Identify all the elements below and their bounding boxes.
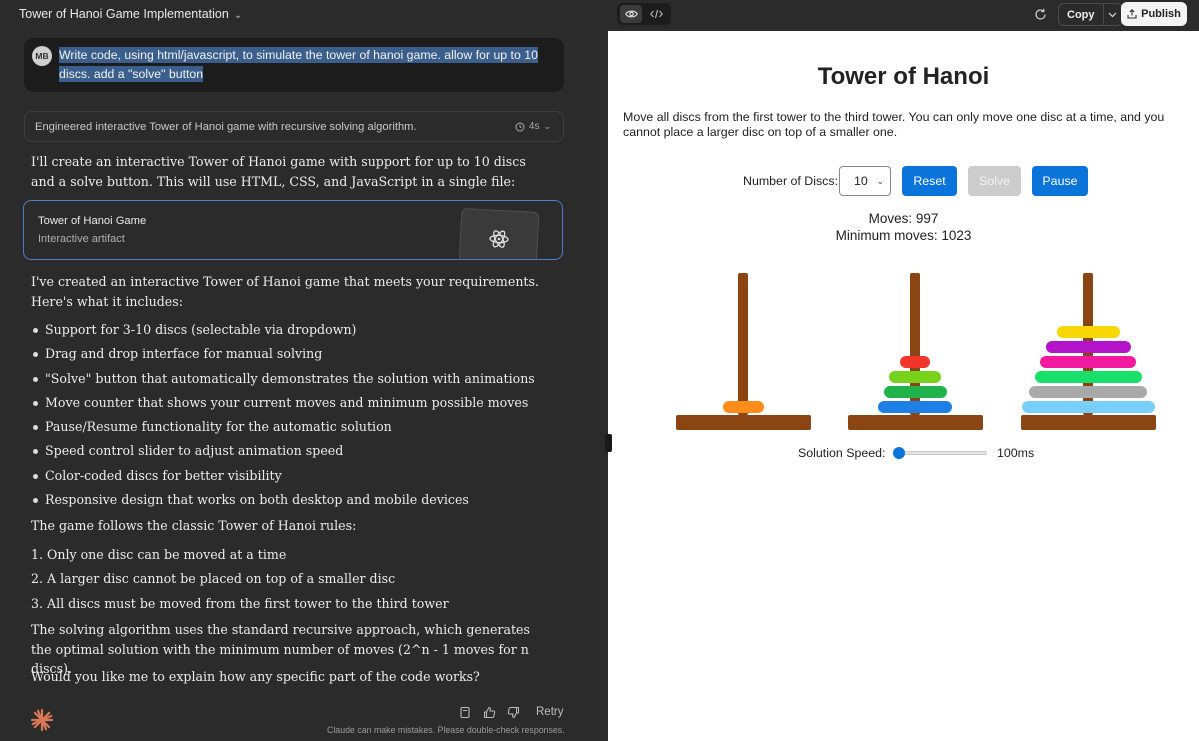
view-mode-toggle [617, 3, 671, 25]
preview-tab[interactable] [620, 5, 642, 23]
disc[interactable] [900, 356, 930, 368]
tower-peg[interactable] [738, 273, 748, 415]
disc[interactable] [1045, 341, 1131, 353]
chevron-down-icon: ⌄ [543, 121, 551, 131]
artifact-subtitle: Interactive artifact [38, 233, 125, 245]
thinking-duration: 4s ⌄ [515, 121, 551, 132]
code-icon [649, 9, 663, 19]
disc[interactable] [1056, 326, 1120, 338]
game-preview: Tower of Hanoi Move all discs from the f… [608, 31, 1199, 741]
feature-list: Support for 3-10 discs (selectable via d… [31, 318, 571, 512]
feature-list-item: Responsive design that works on both des… [31, 488, 571, 512]
disclaimer: Claude can make mistakes. Please double-… [327, 725, 565, 735]
rule-list-item: 1. Only one disc can be moved at a time [31, 547, 287, 562]
claude-spark-icon [30, 708, 54, 732]
feature-list-item: "Solve" button that automatically demons… [31, 367, 571, 391]
feature-list-item: Support for 3-10 discs (selectable via d… [31, 318, 571, 342]
avatar: MB [32, 46, 52, 66]
towers-area [608, 31, 1199, 741]
artifact-thumbnail [458, 207, 540, 259]
refresh-icon [1034, 8, 1046, 20]
feature-list-item: Speed control slider to adjust animation… [31, 439, 571, 463]
rule-list-item: 2. A larger disc cannot be placed on top… [31, 571, 396, 587]
disc[interactable] [1034, 371, 1142, 383]
disc[interactable] [878, 401, 952, 413]
feature-list-item: Move counter that shows your current mov… [31, 391, 571, 415]
chevron-down-icon [1108, 12, 1117, 17]
feature-list-item: Color-coded discs for better visibility [31, 464, 571, 488]
user-message-content: Write code, using html/javascript, to si… [59, 47, 538, 82]
copy-button[interactable]: Copy [1059, 4, 1104, 25]
chevron-down-icon: ⌄ [233, 9, 243, 21]
user-message: MB Write code, using html/javascript, to… [24, 38, 564, 92]
thinking-duration-text: 4s [528, 121, 540, 132]
disc[interactable] [1021, 401, 1155, 413]
speed-label: Solution Speed: [798, 446, 886, 460]
copy-icon[interactable] [458, 705, 472, 719]
user-message-text: Write code, using html/javascript, to si… [59, 46, 539, 84]
upload-icon [1127, 9, 1137, 19]
thumbs-down-icon[interactable] [506, 705, 520, 719]
assistant-summary: I've created an interactive Tower of Han… [31, 274, 539, 309]
speed-slider[interactable] [891, 445, 988, 461]
copy-button-group: Copy [1058, 3, 1123, 26]
rules-intro: The game follows the classic Tower of Ha… [31, 518, 357, 533]
timer-icon [515, 122, 525, 131]
thinking-summary-text: Engineered interactive Tower of Hanoi ga… [35, 121, 417, 133]
feature-list-item: Drag and drop interface for manual solvi… [31, 342, 571, 366]
tower-base[interactable] [847, 415, 983, 430]
message-actions: Retry [458, 705, 563, 719]
pane-resize-handle[interactable] [605, 434, 612, 452]
speed-value: 100ms [997, 446, 1035, 460]
speed-slider-thumb[interactable] [893, 447, 905, 459]
copy-options-button[interactable] [1104, 4, 1122, 25]
conversation-title-menu[interactable]: Tower of Hanoi Game Implementation ⌄ [19, 7, 242, 21]
conversation-title: Tower of Hanoi Game Implementation [19, 7, 229, 21]
artifact-card[interactable]: Tower of Hanoi Game Interactive artifact [23, 200, 563, 260]
chat-pane: Tower of Hanoi Game Implementation ⌄ MB … [0, 0, 608, 741]
tower-base[interactable] [675, 415, 811, 430]
followup-question: Would you like me to explain how any spe… [31, 669, 480, 684]
refresh-button[interactable] [1031, 5, 1049, 23]
artifact-pane: Copy Publish Tower of Hanoi Move all dis… [608, 0, 1199, 741]
retry-button[interactable]: Retry [536, 706, 563, 718]
publish-label: Publish [1141, 8, 1181, 20]
disc[interactable] [722, 401, 764, 413]
disc[interactable] [889, 371, 941, 383]
disc[interactable] [883, 386, 947, 398]
feature-list-item: Pause/Resume functionality for the autom… [31, 415, 571, 439]
artifact-toolbar: Copy Publish [608, 0, 1199, 31]
speed-slider-track [895, 451, 987, 455]
assistant-intro: I'll create an interactive Tower of Hano… [31, 154, 526, 189]
disc[interactable] [1040, 356, 1136, 368]
code-tab[interactable] [645, 5, 667, 23]
publish-button[interactable]: Publish [1121, 2, 1187, 26]
tower-base[interactable] [1020, 415, 1156, 430]
disc[interactable] [1029, 386, 1147, 398]
thinking-summary[interactable]: Engineered interactive Tower of Hanoi ga… [24, 111, 564, 142]
rules-list: 1. Only one disc can be moved at a time 2… [31, 543, 571, 616]
atom-icon [489, 230, 509, 248]
rule-list-item: 3. All discs must be moved from the firs… [31, 595, 449, 611]
artifact-title: Tower of Hanoi Game [38, 215, 147, 227]
thumbs-up-icon[interactable] [482, 705, 496, 719]
eye-icon [624, 10, 638, 18]
